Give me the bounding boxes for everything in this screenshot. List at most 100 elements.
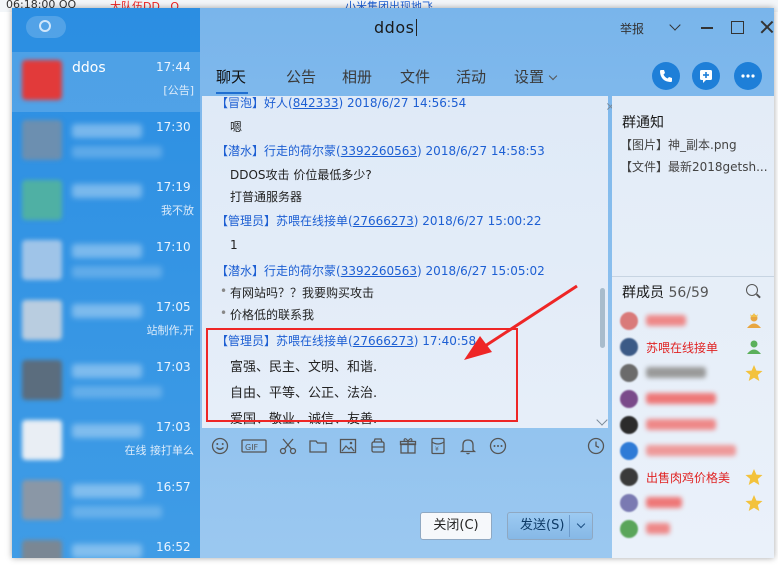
avatar [22,540,62,558]
more-circle-icon[interactable] [488,436,508,456]
message-timestamp: ) 2018/6/27 14:56:54 [338,96,467,110]
shake-icon[interactable] [368,436,388,456]
input-toolbar: GIF ¥ [202,428,610,460]
chevron-down-icon[interactable] [666,18,684,36]
avatar [22,60,62,100]
blurred-contact-name [72,484,142,498]
tab-chat[interactable]: 聊天 [216,66,246,87]
send-button[interactable]: 发送(S) [507,512,593,540]
contact-time: 17:03 [156,360,191,374]
contact-item[interactable]: 17:03 [12,352,200,412]
blurred-contact-name [72,424,142,438]
member-item[interactable]: 出售肉鸡价格美 [620,466,770,488]
svg-text:GIF: GIF [245,443,259,452]
avatar [620,520,638,538]
image-icon[interactable] [338,436,358,456]
maximize-button[interactable] [728,18,746,36]
tab-settings[interactable]: 设置 [514,66,558,87]
contact-item[interactable]: 17:19 我不放 [12,172,200,232]
blurred-contact-name [72,304,142,318]
member-item[interactable] [620,310,770,332]
bell-icon[interactable] [458,436,478,456]
blurred-member-name [646,445,736,456]
blurred-contact-message [72,386,162,398]
history-icon[interactable] [586,436,606,456]
avatar [22,240,62,280]
red-packet-icon[interactable]: ¥ [428,436,448,456]
send-button-divider [569,515,570,537]
tab-activity[interactable]: 活动 [456,66,486,87]
blurred-contact-message [72,506,162,518]
blurred-contact-name [72,124,142,138]
contact-time: 17:19 [156,180,191,194]
avatar [22,300,62,340]
contact-item[interactable]: 17:30 [12,112,200,172]
tab-album[interactable]: 相册 [342,66,372,87]
search-button[interactable] [26,16,66,38]
qq-number-link[interactable]: 842333 [293,96,339,110]
member-item[interactable] [620,414,770,436]
emoji-icon[interactable] [210,436,230,456]
member-name: 出售肉鸡价格美 [646,471,731,485]
gift-icon[interactable] [398,436,418,456]
notice-item[interactable]: 【图片】神_副本.png [620,136,768,153]
chevron-down-icon[interactable] [576,519,586,529]
message-header: 【管理员】苏喂在线接单(27666273) 2018/6/27 15:00:22 [216,212,542,229]
star-icon [745,365,763,381]
tab-announcement[interactable]: 公告 [286,66,316,87]
member-item[interactable] [620,388,770,410]
contact-time: 16:52 [156,540,191,554]
member-item[interactable]: 苏喂在线接单 [620,336,770,358]
report-button[interactable]: 举报 [620,20,644,37]
send-button-label: 发送(S) [520,518,565,533]
contact-item[interactable]: 17:10 [12,232,200,292]
scissors-icon[interactable] [278,436,298,456]
tab-files[interactable]: 文件 [400,66,430,87]
contact-item[interactable]: 17:05 站制作,开 [12,292,200,352]
gif-icon[interactable]: GIF [240,436,268,456]
search-icon [39,20,51,32]
minimize-button[interactable] [698,18,716,36]
member-item[interactable] [620,518,770,540]
contact-item[interactable]: 17:03 在线 接打单么 [12,412,200,472]
message-header: 【潜水】行走的荷尔蒙(3392260563) 2018/6/27 14:58:5… [216,142,545,159]
chevron-down-icon [548,71,558,81]
group-members-title: 群成员 56/59 [622,282,709,302]
avatar [620,468,638,486]
message-sender: 【潜水】行走的荷尔蒙( [216,264,341,278]
annotation-arrow [464,284,578,360]
add-button[interactable] [692,62,720,90]
more-icon [741,74,755,78]
contact-item[interactable]: 16:52 [12,532,200,558]
close-window-button[interactable] [758,18,774,36]
blurred-member-name [646,393,716,404]
message-text: 价格低的联系我 [220,306,314,323]
close-button[interactable]: 关闭(C) [420,512,492,540]
message-input[interactable] [202,460,610,556]
group-notice-title: 群通知 [622,115,664,131]
notice-item[interactable]: 【文件】最新2018getsh... [620,158,768,175]
qq-group-chat-window: ddos 17:44 [公告] 17:30 17:19 我不放 17:10 17… [12,8,774,558]
contact-item[interactable]: ddos 17:44 [公告] [12,52,200,112]
member-item[interactable] [620,362,770,384]
search-icon[interactable] [746,284,758,296]
title-bar: ddos 举报 [200,8,774,48]
member-item[interactable] [620,440,770,462]
text-cursor [416,19,418,36]
qq-number-link[interactable]: 3392260563 [341,264,417,278]
folder-icon[interactable] [308,436,328,456]
owner-icon [747,313,761,328]
more-button[interactable] [734,62,762,90]
members-label: 群成员 [622,285,664,301]
blurred-member-name [646,523,670,534]
qq-number-link[interactable]: 27666273 [353,214,414,228]
qq-number-link[interactable]: 3392260563 [341,144,417,158]
call-button[interactable] [652,62,680,90]
message-text: 有网站吗？？我要购买攻击 [220,284,374,301]
message-scrollbar[interactable] [600,288,605,348]
contact-item[interactable]: 16:57 [12,472,200,532]
active-tab-indicator [216,92,248,94]
member-item[interactable] [620,492,770,514]
message-sender: 【冒泡】好人( [216,96,293,110]
contact-snippet: 在线 接打单么 [124,444,195,457]
